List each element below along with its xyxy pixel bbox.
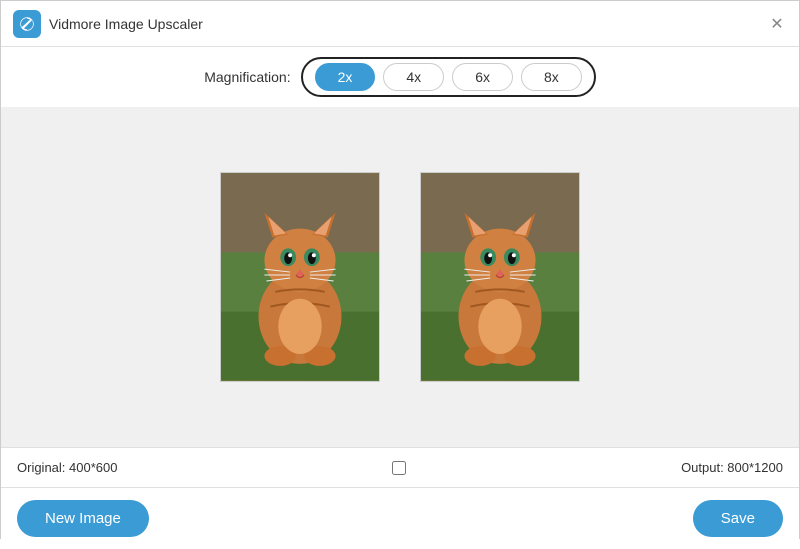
magnification-4x-button[interactable]: 4x	[383, 63, 444, 91]
original-image	[220, 172, 380, 382]
compare-checkbox[interactable]	[392, 461, 406, 475]
original-size-label: Original: 400*600	[17, 460, 117, 475]
original-cat-svg	[221, 173, 379, 381]
close-button[interactable]: ✕	[767, 14, 787, 34]
output-image-panel	[420, 172, 580, 382]
magnification-2x-button[interactable]: 2x	[315, 63, 376, 91]
title-left: Vidmore Image Upscaler	[13, 10, 203, 38]
output-size-label: Output: 800*1200	[681, 460, 783, 475]
original-image-panel	[220, 172, 380, 382]
magnification-options-wrapper: 2x 4x 6x 8x	[301, 57, 596, 97]
magnification-label: Magnification:	[204, 69, 290, 85]
magnification-8x-button[interactable]: 8x	[521, 63, 582, 91]
magnification-bar: Magnification: 2x 4x 6x 8x	[1, 47, 799, 107]
status-bar: Original: 400*600 Output: 800*1200	[1, 447, 799, 487]
output-cat-svg	[421, 173, 579, 381]
app-logo-icon	[18, 15, 36, 33]
new-image-button[interactable]: New Image	[17, 500, 149, 537]
app-title: Vidmore Image Upscaler	[49, 16, 203, 32]
footer: New Image Save	[1, 487, 799, 549]
content-area	[1, 107, 799, 447]
save-button[interactable]: Save	[693, 500, 783, 537]
app-icon	[13, 10, 41, 38]
output-image	[420, 172, 580, 382]
title-bar: Vidmore Image Upscaler ✕	[1, 1, 799, 47]
magnification-6x-button[interactable]: 6x	[452, 63, 513, 91]
